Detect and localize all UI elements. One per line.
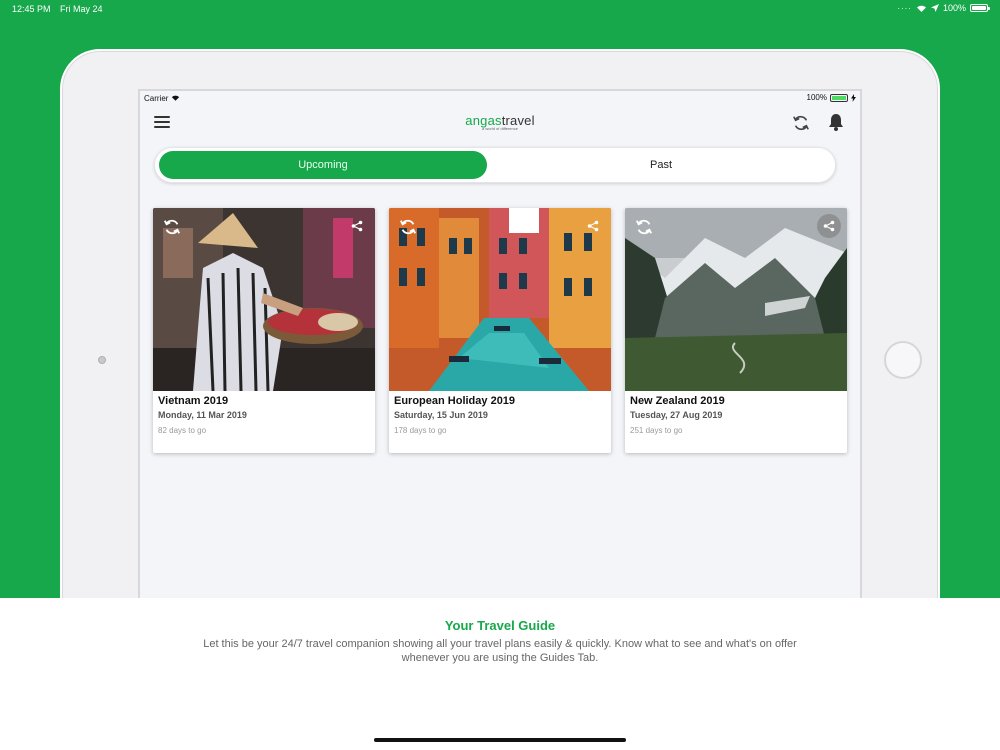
hamburger-menu-icon[interactable] <box>154 116 170 128</box>
trip-filter-segmented-control: Upcoming Past <box>154 147 836 183</box>
app-battery: 100% <box>807 93 856 102</box>
trip-title: Vietnam 2019 <box>158 395 229 407</box>
trip-title: European Holiday 2019 <box>394 395 516 407</box>
home-button[interactable] <box>884 341 922 379</box>
trip-photo-new-zealand <box>625 208 847 391</box>
refresh-icon[interactable] <box>792 114 810 132</box>
battery-percent: 100% <box>942 3 966 13</box>
promo-title: Your Travel Guide <box>444 618 556 633</box>
app-status-bar: Carrier 100% <box>140 91 860 107</box>
trip-photo-venice <box>389 208 611 391</box>
trip-date: Saturday, 15 Jun 2019 <box>394 410 488 420</box>
battery-icon <box>830 93 848 102</box>
trip-card-european-holiday[interactable]: European Holiday 2019 Saturday, 15 Jun 2… <box>389 208 611 453</box>
share-icon[interactable] <box>345 214 369 238</box>
app-battery-percent: 100% <box>806 93 827 102</box>
trip-date: Monday, 11 Mar 2019 <box>158 410 247 420</box>
promo-panel: Your Travel Guide Let this be your 24/7 … <box>0 598 1000 750</box>
device-status-bar: 12:45 PM Fri May 24 ···· 100% <box>0 0 1000 18</box>
carrier-label: Carrier <box>144 94 180 103</box>
notification-bell-icon[interactable] <box>828 113 844 131</box>
trip-photo-vietnam <box>153 208 375 391</box>
location-arrow-icon <box>930 4 939 12</box>
app-header: angastravel a world of difference <box>140 107 860 137</box>
tab-past[interactable]: Past <box>491 151 831 179</box>
sync-icon[interactable] <box>163 218 181 236</box>
wifi-icon <box>171 95 179 101</box>
home-indicator[interactable] <box>374 738 626 742</box>
trip-card-new-zealand[interactable]: New Zealand 2019 Tuesday, 27 Aug 2019 25… <box>625 208 847 453</box>
sync-icon[interactable] <box>635 218 653 236</box>
tab-upcoming[interactable]: Upcoming <box>159 151 487 179</box>
share-icon[interactable] <box>817 214 841 238</box>
status-right: ···· 100% <box>897 3 990 13</box>
trip-card-vietnam[interactable]: Vietnam 2019 Monday, 11 Mar 2019 82 days… <box>153 208 375 453</box>
share-icon[interactable] <box>581 214 605 238</box>
wifi-icon <box>916 5 926 12</box>
sync-icon[interactable] <box>399 218 417 236</box>
status-time: 12:45 PM <box>12 4 51 14</box>
app-screen: Carrier 100% angastravel a world of diff… <box>138 89 862 609</box>
trip-title: New Zealand 2019 <box>630 395 725 407</box>
app-logo: angastravel a world of difference <box>465 113 534 131</box>
charging-bolt-icon <box>851 93 856 102</box>
trip-countdown: 251 days to go <box>630 426 683 435</box>
battery-icon <box>970 4 990 12</box>
status-date: Fri May 24 <box>60 4 103 14</box>
camera-dot-icon <box>98 356 106 364</box>
trip-countdown: 178 days to go <box>394 426 447 435</box>
trip-countdown: 82 days to go <box>158 426 207 435</box>
promo-description: Let this be your 24/7 travel companion s… <box>203 638 797 664</box>
multitask-dots-icon: ···· <box>897 3 912 13</box>
trip-date: Tuesday, 27 Aug 2019 <box>630 410 723 420</box>
trip-cards: Vietnam 2019 Monday, 11 Mar 2019 82 days… <box>153 208 853 458</box>
